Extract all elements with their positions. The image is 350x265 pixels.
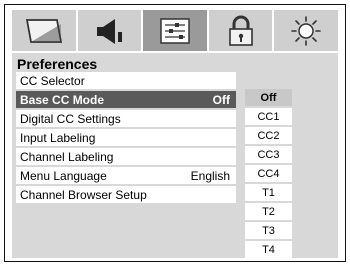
page-title: Preferences: [17, 56, 98, 72]
tab-lock[interactable]: [208, 10, 273, 51]
option-t1[interactable]: T1: [245, 184, 292, 201]
menu-item-label: Input Labeling: [20, 130, 96, 145]
option-off[interactable]: Off: [245, 89, 292, 106]
tab-sound[interactable]: [77, 10, 142, 51]
tab-picture[interactable]: [12, 10, 76, 51]
sun-icon: [286, 15, 326, 47]
menu-item-value: Off: [212, 92, 230, 107]
option-t2[interactable]: T2: [245, 203, 292, 220]
option-cc1[interactable]: CC1: [245, 108, 292, 125]
option-cc4[interactable]: CC4: [245, 165, 292, 182]
picture-icon: [24, 16, 64, 46]
tab-settings[interactable]: [274, 10, 338, 51]
menu-item-input-labeling[interactable]: Input Labeling: [16, 129, 236, 146]
menu-item-label: Base CC Mode: [20, 92, 105, 107]
option-cc3[interactable]: CC3: [245, 146, 292, 163]
menu-tabs: [12, 10, 338, 51]
option-t3[interactable]: T3: [245, 222, 292, 239]
menu-item-menu-language[interactable]: Menu Language English: [16, 167, 236, 184]
menu-item-label: Channel Labeling: [20, 149, 114, 164]
option-t4[interactable]: T4: [245, 241, 292, 258]
menu-item-label: Digital CC Settings: [20, 111, 121, 126]
sound-icon: [89, 16, 129, 46]
menu-item-label: CC Selector: [20, 73, 85, 88]
menu-item-base-cc-mode[interactable]: Base CC Mode Off: [16, 91, 236, 108]
menu-item-channel-browser-setup[interactable]: Channel Browser Setup: [16, 186, 236, 203]
menu-item-label: Channel Browser Setup: [20, 187, 147, 202]
menu-item-cc-selector[interactable]: CC Selector: [16, 72, 236, 89]
lock-icon: [221, 15, 261, 47]
menu-item-digital-cc-settings[interactable]: Digital CC Settings: [16, 110, 236, 127]
cc-mode-options: Off CC1 CC2 CC3 CC4 T1 T2 T3 T4: [245, 89, 292, 258]
setup-sliders-icon: [155, 16, 195, 46]
menu-item-channel-labeling[interactable]: Channel Labeling: [16, 148, 236, 165]
menu-item-value: English: [190, 168, 230, 183]
tab-setup[interactable]: [143, 10, 207, 51]
menu-item-label: Menu Language: [20, 168, 107, 183]
preferences-menu: CC Selector Base CC Mode Off Digital CC …: [16, 72, 236, 203]
option-cc2[interactable]: CC2: [245, 127, 292, 144]
